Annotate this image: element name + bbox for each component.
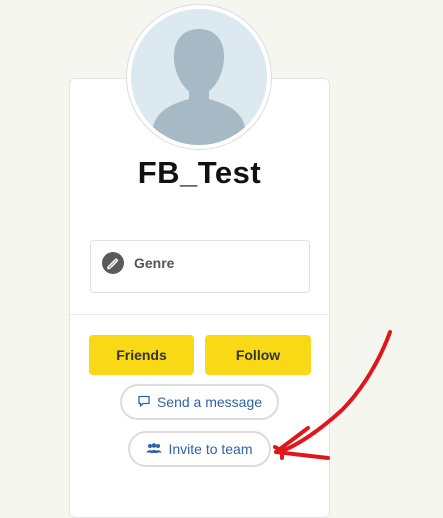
default-avatar-icon: [131, 9, 267, 145]
invite-to-team-label: Invite to team: [168, 441, 253, 457]
profile-username: FB_Test: [137, 155, 262, 190]
follow-button[interactable]: Follow: [205, 335, 311, 375]
genre-field[interactable]: Genre: [90, 240, 310, 293]
invite-to-team-button[interactable]: Invite to team: [128, 431, 271, 467]
avatar[interactable]: [126, 4, 272, 150]
send-message-label: Send a message: [156, 394, 263, 410]
send-message-button[interactable]: Send a message: [120, 384, 279, 420]
friends-button[interactable]: Friends: [89, 335, 194, 375]
people-icon: [146, 441, 162, 457]
section-divider: [70, 314, 329, 315]
pencil-icon: [102, 252, 124, 274]
speech-bubble-icon: [137, 394, 151, 411]
genre-label: Genre: [134, 255, 175, 271]
